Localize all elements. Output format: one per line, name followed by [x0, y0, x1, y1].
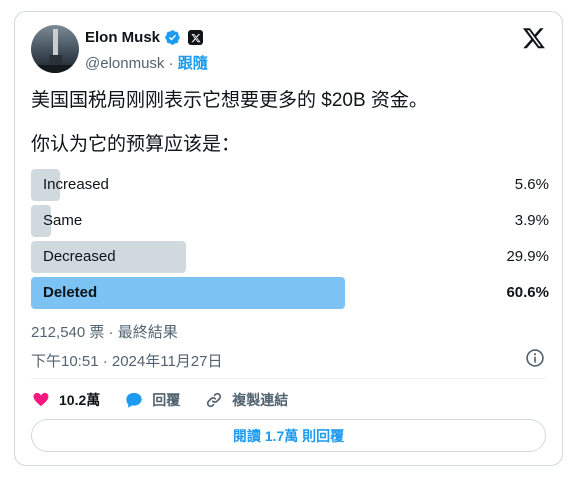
- poll-option-label: Deleted: [43, 284, 98, 301]
- poll-option-percent: 3.9%: [514, 212, 549, 229]
- poll-option-percent: 5.6%: [514, 176, 549, 193]
- poll-option-increased: Increased 5.6%: [31, 169, 549, 201]
- tweet-card: Elon Musk @elonmusk · 跟隨 美国国税局刚刚表示它想要更多的…: [14, 11, 563, 466]
- verified-badge-icon: [165, 30, 180, 45]
- reply-button[interactable]: 回覆: [124, 390, 180, 410]
- reply-bubble-icon: [126, 392, 142, 408]
- follow-button[interactable]: 跟隨: [178, 55, 208, 72]
- poll-option-percent: 29.9%: [506, 248, 549, 265]
- poll-option-same: Same 3.9%: [31, 205, 549, 237]
- author-handle[interactable]: @elonmusk: [85, 55, 164, 72]
- poll-option-label: Increased: [43, 176, 109, 193]
- poll-option-percent: 60.6%: [506, 284, 549, 301]
- copy-link-button[interactable]: 複製連結: [204, 390, 288, 410]
- poll-votes-summary: 212,540 票 · 最終結果: [31, 324, 178, 341]
- divider: [31, 378, 546, 379]
- tweet-text-line2: 你认为它的预算应该是：: [31, 134, 241, 155]
- copy-link-label: 複製連結: [232, 392, 289, 408]
- poll-option-decreased: Decreased 29.9%: [31, 241, 549, 273]
- author-row: Elon Musk: [85, 29, 204, 46]
- action-bar: 10.2萬 回覆 複製連結: [31, 388, 312, 412]
- x-logo-icon[interactable]: [521, 26, 547, 50]
- poll: Increased 5.6% Same 3.9% Decreased 29.9%…: [31, 169, 549, 313]
- reply-label: 回覆: [152, 392, 181, 408]
- info-icon[interactable]: [525, 348, 545, 368]
- like-count: 10.2萬: [59, 392, 101, 408]
- tweet-timestamp[interactable]: 下午10:51 · 2024年11月27日: [31, 350, 223, 371]
- handle-separator: ·: [168, 55, 174, 72]
- tweet-text-line1: 美国国税局刚刚表示它想要更多的 $20B 资金。: [31, 90, 428, 111]
- poll-option-deleted: Deleted 60.6%: [31, 277, 549, 309]
- poll-option-label: Same: [43, 212, 83, 229]
- link-icon: [207, 392, 222, 408]
- like-button[interactable]: 10.2萬: [31, 390, 100, 410]
- handle-row: @elonmusk · 跟隨: [85, 52, 208, 73]
- avatar[interactable]: [31, 25, 79, 73]
- read-replies-button[interactable]: 閱讀 1.7萬 則回覆: [31, 419, 546, 452]
- author-name[interactable]: Elon Musk: [85, 29, 160, 46]
- poll-option-label: Decreased: [43, 248, 116, 265]
- x-affiliate-icon: [188, 30, 204, 45]
- heart-icon: [33, 392, 49, 407]
